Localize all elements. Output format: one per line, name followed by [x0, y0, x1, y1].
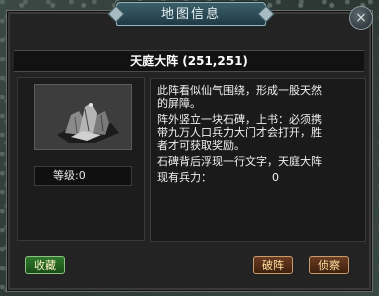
- location-level: 等级:0: [34, 166, 132, 186]
- formation-stone-icon: [35, 85, 131, 149]
- close-button[interactable]: ×: [349, 6, 373, 30]
- description-line: 现有兵力：: [157, 171, 212, 184]
- scout-button[interactable]: 侦察: [309, 256, 349, 274]
- collect-button[interactable]: 收藏: [25, 256, 65, 274]
- description-line: 此阵看似仙气围绕，形成一股天然: [157, 84, 322, 97]
- description-line: 阵外竖立一块石碑，上书：必须携: [157, 113, 322, 126]
- break-formation-button[interactable]: 破阵: [253, 256, 293, 274]
- window-title-tab: 地图信息: [107, 2, 275, 26]
- description-line: 的屏障。: [157, 97, 201, 110]
- location-image: [34, 84, 132, 150]
- description-line: 者才可获取奖励。: [157, 139, 245, 152]
- description-line: 带九万人口兵力大门才会打开，胜: [157, 126, 322, 139]
- description-line: 石碑背后浮现一行文字，天庭大阵: [157, 155, 322, 168]
- location-name-header: 天庭大阵 (251,251): [14, 50, 364, 72]
- current-force-value: 0: [272, 171, 279, 184]
- window-title: 地图信息: [160, 7, 221, 22]
